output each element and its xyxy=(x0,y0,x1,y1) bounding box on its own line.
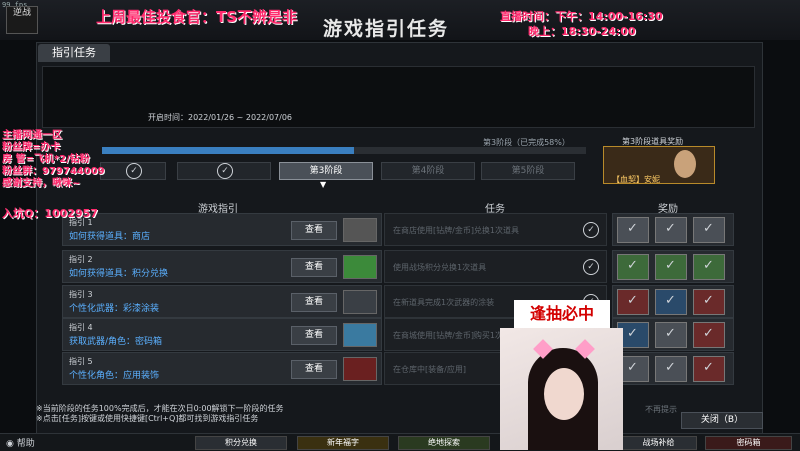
character-portrait-icon xyxy=(674,150,696,178)
bottom-newyear-button[interactable]: 新年福字 xyxy=(297,436,389,450)
bottom-explore-button[interactable]: 绝地探索 xyxy=(398,436,490,450)
guide-row: 指引 1 如何获得道具：商店 查看 xyxy=(62,213,382,246)
close-button[interactable]: 关闭（B） xyxy=(681,412,763,429)
check-icon: ✓ xyxy=(126,163,142,179)
reward-item-icon[interactable] xyxy=(693,254,725,280)
guide-row: 指引 5 个性化角色：应用装饰 查看 xyxy=(62,352,382,385)
reward-cell xyxy=(612,352,734,385)
stage-reward-name: 【血契】安妮 xyxy=(612,175,660,184)
reward-cell xyxy=(612,213,734,246)
progress-fill xyxy=(102,147,354,154)
reward-item-icon[interactable] xyxy=(655,322,687,348)
task-text: 使用战场积分兑换1次道具 xyxy=(393,263,487,272)
guide-number: 指引 4 xyxy=(69,323,93,332)
streamer-info-line: 房 管=飞机*2/钻粉 xyxy=(2,154,90,165)
guide-name: 获取武器/角色：密码箱 xyxy=(69,337,163,347)
reward-item-icon[interactable] xyxy=(693,322,725,348)
qq-group: 入坑Q：1002957 xyxy=(2,207,98,220)
item-thumbnail xyxy=(343,357,377,381)
task-text: 在商城使用[钻牌/金币]购买1次 xyxy=(393,331,504,340)
streamer-info-line: 粉丝群：979744009 xyxy=(2,166,105,177)
webcam-face xyxy=(544,368,584,420)
task-cell: 在商店使用[钻牌/金币]兑换1次道具 ✓ xyxy=(384,213,607,246)
note-line: ※当前阶段的任务100%完成后，才能在次日0:00解锁下一阶段的任务 xyxy=(36,404,284,413)
notes: ※当前阶段的任务100%完成后，才能在次日0:00解锁下一阶段的任务 ※点击[任… xyxy=(36,404,284,424)
help-button[interactable]: ◉ 帮助 xyxy=(6,436,35,449)
view-button[interactable]: 查看 xyxy=(291,360,337,379)
reward-item-icon[interactable] xyxy=(693,289,725,315)
stage-3-button[interactable]: 第3阶段 xyxy=(279,162,373,180)
stream-schedule-afternoon: 直播时间：下午：14:00-16:30 xyxy=(500,10,663,23)
reward-item-icon[interactable] xyxy=(617,254,649,280)
streamer-info: 主播网通一区 粉丝牌=办卡 房 管=飞机*2/钻粉 粉丝群：979744009 … xyxy=(2,130,105,190)
reward-cell xyxy=(612,250,734,283)
task-cell: 使用战场积分兑换1次道具 ✓ xyxy=(384,250,607,283)
streamer-info-line: 感谢支持，啾咪~ xyxy=(2,178,81,189)
webcam-feed xyxy=(500,328,623,450)
guide-row: 指引 4 获取武器/角色：密码箱 查看 xyxy=(62,318,382,351)
guide-row: 指引 2 如何获得道具：积分兑换 查看 xyxy=(62,250,382,283)
streamer-info-line: 主播网通一区 xyxy=(2,130,62,141)
check-icon: ✓ xyxy=(583,222,599,238)
item-thumbnail xyxy=(343,323,377,347)
reward-cell xyxy=(612,285,734,318)
caret-down-icon: ▼ xyxy=(320,180,327,189)
item-thumbnail xyxy=(343,218,377,242)
reward-item-icon[interactable] xyxy=(655,356,687,382)
reward-item-icon[interactable] xyxy=(693,356,725,382)
check-icon: ✓ xyxy=(583,259,599,275)
view-button[interactable]: 查看 xyxy=(291,258,337,277)
event-period: 开启时间：2022/01/26 ~ 2022/07/06 xyxy=(148,113,293,122)
dont-show-checkbox[interactable]: 不再提示 xyxy=(645,404,677,415)
note-line: ※点击[任务]按键或使用快捷键[Ctrl+Q]都可找到游戏指引任务 xyxy=(36,414,259,423)
view-button[interactable]: 查看 xyxy=(291,293,337,312)
guide-number: 指引 5 xyxy=(69,357,93,366)
bottom-password-box-button[interactable]: 密码箱 xyxy=(705,436,792,450)
stream-schedule-evening: 晚上：18:30-24:00 xyxy=(528,25,636,38)
guide-name: 如何获得道具：商店 xyxy=(69,232,151,242)
stream-overlay-title: 上周最佳投食官：TS不辨是非 xyxy=(96,8,298,26)
guide-number: 指引 2 xyxy=(69,255,93,264)
help-icon: ◉ xyxy=(6,439,14,449)
stage-2-button[interactable]: ✓ xyxy=(177,162,271,180)
stage-4-button[interactable]: 第4阶段 xyxy=(381,162,475,180)
webcam-caption: 逢抽必中 xyxy=(514,300,610,328)
view-button[interactable]: 查看 xyxy=(291,221,337,240)
item-thumbnail xyxy=(343,290,377,314)
task-text: 在仓库中[装备/应用] xyxy=(393,365,466,374)
guide-name: 个性化角色：应用装饰 xyxy=(69,371,160,381)
stage-5-button[interactable]: 第5阶段 xyxy=(481,162,575,180)
reward-item-icon[interactable] xyxy=(617,217,649,243)
tab-guide-tasks[interactable]: 指引任务 xyxy=(38,44,110,62)
item-thumbnail xyxy=(343,255,377,279)
reward-item-icon[interactable] xyxy=(655,289,687,315)
reward-item-icon[interactable] xyxy=(655,217,687,243)
reward-item-icon[interactable] xyxy=(693,217,725,243)
help-label: 帮助 xyxy=(16,439,35,449)
check-icon: ✓ xyxy=(217,163,233,179)
guide-name: 个性化武器：彩漆涂装 xyxy=(69,304,160,314)
bottom-supply-button[interactable]: 战场补给 xyxy=(620,436,697,450)
reward-item-icon[interactable] xyxy=(655,254,687,280)
game-logo: 逆战 xyxy=(6,6,38,34)
reward-item-icon[interactable] xyxy=(617,289,649,315)
task-text: 在新道具完成1次武器的涂装 xyxy=(393,298,495,307)
window-title: 游戏指引任务 xyxy=(323,18,450,40)
guide-name: 如何获得道具：积分兑换 xyxy=(69,269,169,279)
streamer-info-line: 粉丝牌=办卡 xyxy=(2,142,61,153)
guide-number: 指引 3 xyxy=(69,290,93,299)
guide-row: 指引 3 个性化武器：彩漆涂装 查看 xyxy=(62,285,382,318)
stage-1-button[interactable]: ✓ xyxy=(100,162,166,180)
task-text: 在商店使用[钻牌/金币]兑换1次道具 xyxy=(393,226,520,235)
reward-cell xyxy=(612,318,734,351)
view-button[interactable]: 查看 xyxy=(291,326,337,345)
bottom-points-exchange-button[interactable]: 积分兑换 xyxy=(195,436,287,450)
